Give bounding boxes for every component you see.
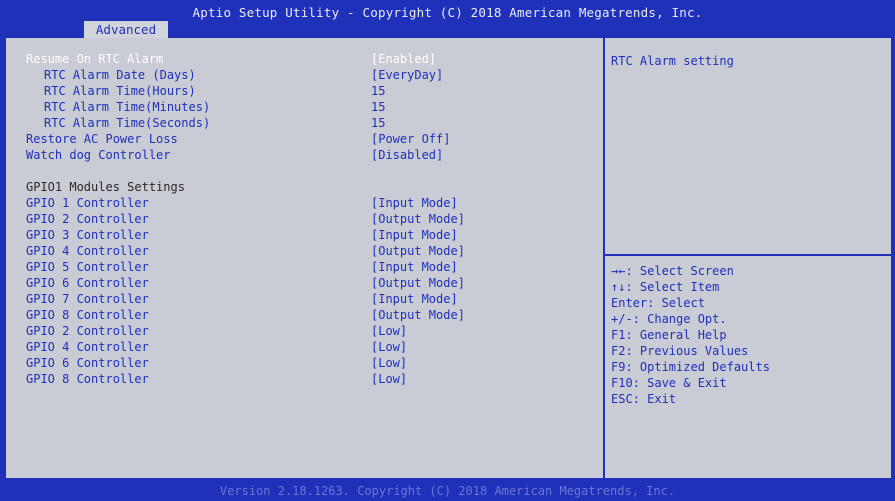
tab-advanced[interactable]: Advanced [84, 21, 168, 38]
gpio-value[interactable]: [Input Mode] [371, 291, 458, 307]
bios-screen: Aptio Setup Utility - Copyright (C) 2018… [0, 0, 895, 501]
key-legend-item: +/-: Change Opt. [611, 312, 727, 326]
setting-label-rtc-date[interactable]: RTC Alarm Date (Days) [44, 67, 196, 83]
setting-label-watchdog[interactable]: Watch dog Controller [26, 147, 171, 163]
gpio-label[interactable]: GPIO 1 Controller [26, 195, 149, 211]
setting-value-rtc-seconds[interactable]: 15 [371, 115, 385, 131]
gpio-label[interactable]: GPIO 4 Controller [26, 243, 149, 259]
key-legend-item: ESC: Exit [611, 392, 677, 406]
setting-value-watchdog[interactable]: [Disabled] [371, 147, 443, 163]
gpio-value[interactable]: [Output Mode] [371, 275, 465, 291]
gpio-value[interactable]: [Low] [371, 371, 407, 387]
gpio-label[interactable]: GPIO 2 Controller [26, 323, 149, 339]
gpio-value[interactable]: [Low] [371, 323, 407, 339]
app-title: Aptio Setup Utility - Copyright (C) 2018… [192, 5, 703, 20]
key-legend-item: F1: General Help [611, 328, 727, 342]
gpio-label[interactable]: GPIO 3 Controller [26, 227, 149, 243]
gpio-value[interactable]: [Input Mode] [371, 227, 458, 243]
gpio-label[interactable]: GPIO 8 Controller [26, 307, 149, 323]
help-text: RTC Alarm setting [611, 54, 734, 68]
setting-value-resume-rtc[interactable]: [Enabled] [371, 51, 436, 67]
setting-label-rtc-minutes[interactable]: RTC Alarm Time(Minutes) [44, 99, 210, 115]
setting-label-rtc-hours[interactable]: RTC Alarm Time(Hours) [44, 83, 196, 99]
key-legend-item: →←: Select Screen [611, 264, 734, 278]
gpio-label[interactable]: GPIO 5 Controller [26, 259, 149, 275]
setting-label-rtc-seconds[interactable]: RTC Alarm Time(Seconds) [44, 115, 210, 131]
key-legend-item: Enter: Select [611, 296, 705, 310]
gpio-value[interactable]: [Low] [371, 339, 407, 355]
help-separator [605, 254, 891, 256]
gpio-label[interactable]: GPIO 7 Controller [26, 291, 149, 307]
key-legend-item: F2: Previous Values [611, 344, 749, 358]
key-legend-item: F9: Optimized Defaults [611, 360, 770, 374]
gpio-label[interactable]: GPIO 4 Controller [26, 339, 149, 355]
gpio-label[interactable]: GPIO 6 Controller [26, 275, 149, 291]
setting-value-rtc-date[interactable]: [EveryDay] [371, 67, 443, 83]
gpio-label[interactable]: GPIO 2 Controller [26, 211, 149, 227]
setting-value-rtc-minutes[interactable]: 15 [371, 99, 385, 115]
gpio-label[interactable]: GPIO 8 Controller [26, 371, 149, 387]
key-legend-item: F10: Save & Exit [611, 376, 727, 390]
settings-panel: Resume On RTC Alarm [Enabled] RTC Alarm … [6, 38, 891, 478]
setting-label-restore-ac[interactable]: Restore AC Power Loss [26, 131, 178, 147]
gpio-value[interactable]: [Output Mode] [371, 307, 465, 323]
setting-value-rtc-hours[interactable]: 15 [371, 83, 385, 99]
gpio-value[interactable]: [Output Mode] [371, 211, 465, 227]
gpio-value[interactable]: [Output Mode] [371, 243, 465, 259]
gpio-label[interactable]: GPIO 6 Controller [26, 355, 149, 371]
gpio-value[interactable]: [Input Mode] [371, 259, 458, 275]
setting-label-resume-rtc[interactable]: Resume On RTC Alarm [26, 51, 163, 67]
gpio-value[interactable]: [Input Mode] [371, 195, 458, 211]
gpio-section-header: GPIO1 Modules Settings [26, 180, 185, 194]
setting-value-restore-ac[interactable]: [Power Off] [371, 131, 450, 147]
panel-divider [603, 38, 605, 478]
footer-version: Version 2.18.1263. Copyright (C) 2018 Am… [219, 484, 676, 498]
gpio-value[interactable]: [Low] [371, 355, 407, 371]
key-legend-item: ↑↓: Select Item [611, 280, 720, 294]
